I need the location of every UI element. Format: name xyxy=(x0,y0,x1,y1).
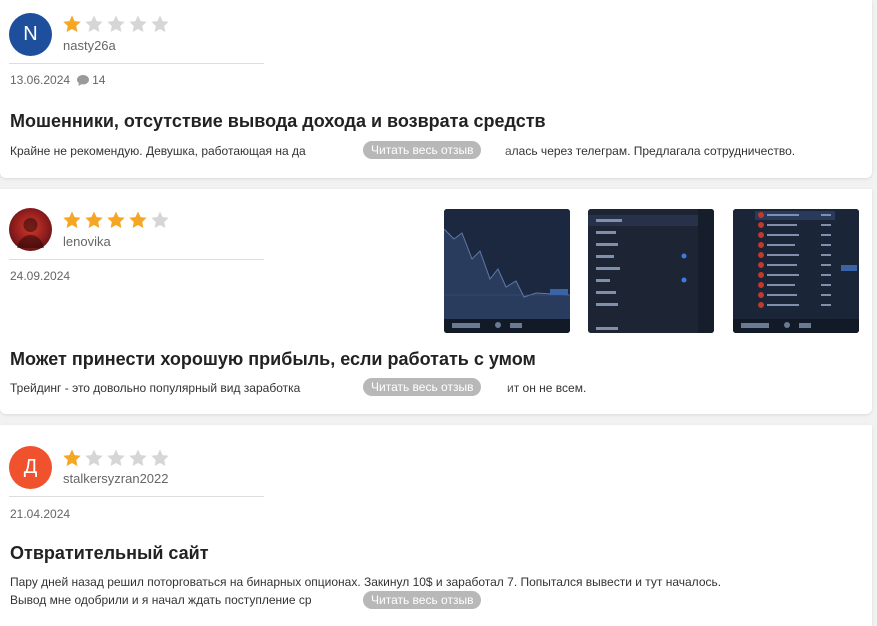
review-date: 24.09.2024 xyxy=(10,269,71,283)
review-text-start: Трейдинг - это довольно популярный вид з… xyxy=(10,381,301,395)
star-icon xyxy=(85,15,103,32)
review-meta: 24.09.2024 xyxy=(10,269,70,283)
review-meta: 13.06.2024 14 xyxy=(10,73,105,87)
rating-stars xyxy=(62,448,170,468)
review-text-start: Вывод мне одобрили и я начал ждать посту… xyxy=(10,593,312,607)
username[interactable]: lenovika xyxy=(63,234,111,249)
review-card: N nasty26a 13.06.2024 14 Мошенники, отсу… xyxy=(0,0,872,178)
read-more-button[interactable]: Читать весь отзыв xyxy=(363,141,482,159)
avatar[interactable]: Д xyxy=(9,446,52,489)
review-title[interactable]: Мошенники, отсутствие вывода дохода и во… xyxy=(10,111,546,132)
rating-stars xyxy=(62,210,170,230)
star-icon xyxy=(151,449,169,466)
divider xyxy=(9,259,264,260)
star-icon xyxy=(85,211,103,228)
star-icon xyxy=(63,449,81,466)
divider xyxy=(9,63,264,64)
username[interactable]: nasty26a xyxy=(63,38,116,53)
star-icon xyxy=(85,449,103,466)
comment-icon[interactable] xyxy=(76,74,90,87)
menu-thumbnail-icon xyxy=(588,209,714,333)
chart-thumbnail-icon xyxy=(444,209,570,333)
reviews-page: N nasty26a 13.06.2024 14 Мошенники, отсу… xyxy=(0,0,877,626)
avatar-letter: N xyxy=(23,23,38,45)
review-date: 13.06.2024 xyxy=(10,73,71,87)
assets-thumbnail-icon xyxy=(733,209,859,333)
review-image-chart[interactable] xyxy=(444,209,570,333)
comment-count[interactable]: 14 xyxy=(92,73,105,87)
review-image-assets[interactable] xyxy=(733,209,859,333)
review-card: Д stalkersyzran2022 21.04.2024 Отвратите… xyxy=(0,425,872,626)
avatar-photo-icon xyxy=(17,218,44,248)
read-more-button[interactable]: Читать весь отзыв xyxy=(363,378,482,396)
username[interactable]: stalkersyzran2022 xyxy=(63,471,169,486)
review-title[interactable]: Может принести хорошую прибыль, если раб… xyxy=(10,349,536,370)
avatar[interactable] xyxy=(9,208,52,251)
star-icon xyxy=(129,15,147,32)
review-text-start: Крайне не рекомендую. Девушка, работающа… xyxy=(10,144,306,158)
star-icon xyxy=(151,211,169,228)
star-icon xyxy=(129,211,147,228)
star-icon xyxy=(107,449,125,466)
review-meta: 21.04.2024 xyxy=(10,507,70,521)
star-icon xyxy=(129,449,147,466)
avatar[interactable]: N xyxy=(9,13,52,56)
review-title[interactable]: Отвратительный сайт xyxy=(10,543,209,564)
review-date: 21.04.2024 xyxy=(10,507,71,521)
read-more-button[interactable]: Читать весь отзыв xyxy=(363,591,482,609)
review-card: lenovika 24.09.2024 Может принести хорош… xyxy=(0,189,872,414)
star-icon xyxy=(63,211,81,228)
star-icon xyxy=(151,15,169,32)
rating-stars xyxy=(62,14,170,34)
divider xyxy=(9,496,264,497)
star-icon xyxy=(107,15,125,32)
review-text-end: алась через телеграм. Предлагала сотрудн… xyxy=(505,144,796,158)
review-text-line: Пару дней назад решил поторговаться на б… xyxy=(10,575,722,589)
star-icon xyxy=(63,15,81,32)
star-icon xyxy=(107,211,125,228)
review-image-menu[interactable] xyxy=(588,209,714,333)
avatar-letter: Д xyxy=(23,456,38,478)
